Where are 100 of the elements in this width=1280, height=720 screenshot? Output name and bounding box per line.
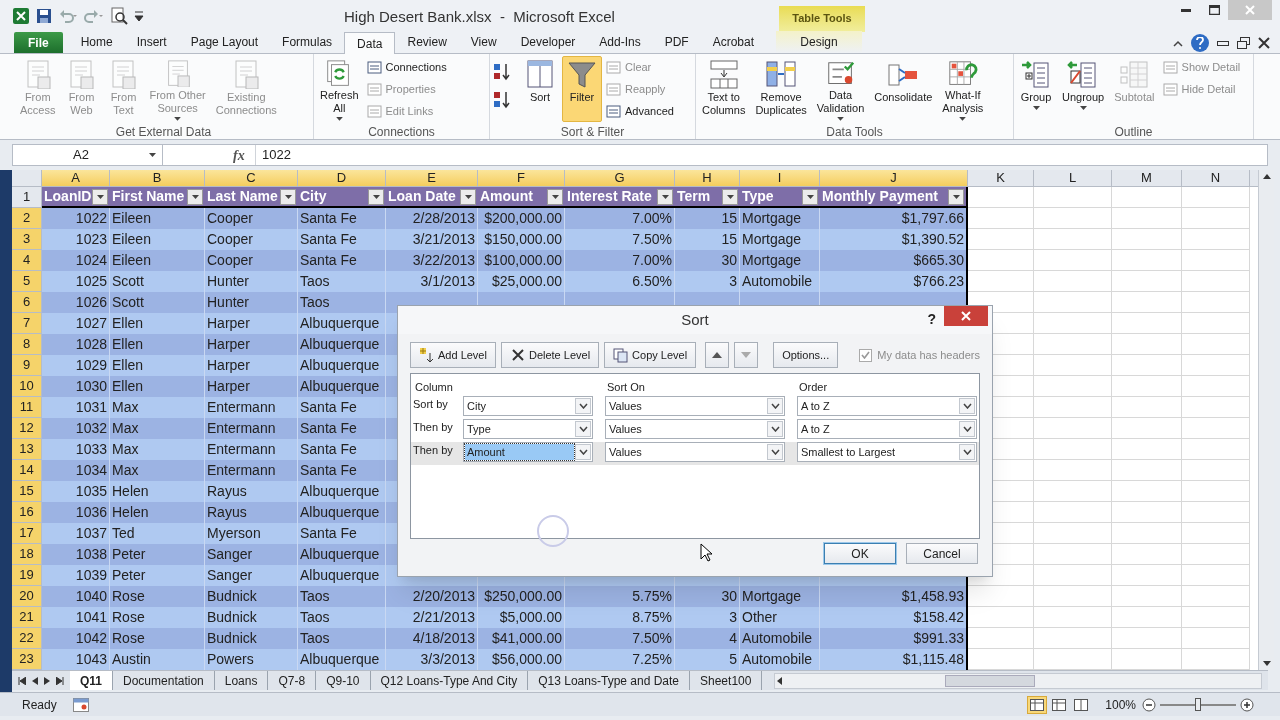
horizontal-scrollbar[interactable] <box>774 672 1262 689</box>
filter-dropdown-button[interactable] <box>657 188 673 205</box>
row-header[interactable]: 23 <box>12 649 42 670</box>
ribbon-button[interactable]: Connections <box>364 57 449 78</box>
ribbon-tab[interactable]: Home <box>68 31 125 53</box>
ribbon-button[interactable]: Ungroup <box>1058 56 1109 122</box>
view-button[interactable] <box>1027 695 1048 714</box>
ribbon-tab[interactable]: Data <box>344 32 396 54</box>
row-header[interactable]: 5 <box>12 271 42 292</box>
toolbar-button[interactable]: Options... <box>773 342 839 368</box>
filter-dropdown-button[interactable] <box>187 188 203 205</box>
ribbon-button[interactable]: Group <box>1016 56 1056 122</box>
ribbon-tab[interactable]: Insert <box>124 31 179 53</box>
filter-dropdown-button[interactable] <box>722 188 738 205</box>
row-header[interactable]: 9 <box>12 355 42 376</box>
filter-dropdown-button[interactable] <box>92 188 108 205</box>
dropdown[interactable]: A to Z <box>797 419 977 439</box>
filter-dropdown-button[interactable] <box>948 188 964 205</box>
dropdown[interactable]: Type <box>463 419 593 439</box>
column-header[interactable]: B <box>110 170 205 186</box>
ribbon-tab[interactable]: Add-Ins <box>587 31 653 53</box>
row-header[interactable]: 1 <box>12 187 42 208</box>
row-header[interactable]: 11 <box>12 397 42 418</box>
close-button[interactable] <box>944 306 988 326</box>
ribbon-button[interactable]: Refresh All <box>316 56 363 122</box>
ribbon-tab[interactable]: File <box>14 32 63 53</box>
zoom-out-button[interactable] <box>1142 697 1156 712</box>
row-header[interactable]: 4 <box>12 250 42 271</box>
column-header[interactable]: C <box>205 170 298 186</box>
sort-button[interactable] <box>492 90 512 110</box>
row-header[interactable]: 12 <box>12 418 42 439</box>
name-box[interactable]: A2 <box>13 145 163 165</box>
row-header[interactable]: 15 <box>12 481 42 502</box>
dropdown[interactable]: A to Z <box>797 396 977 416</box>
column-header[interactable]: H <box>675 170 740 186</box>
function-label[interactable]: fx <box>233 144 255 166</box>
help-button[interactable] <box>1191 34 1209 52</box>
dropdown[interactable]: City <box>463 396 593 416</box>
filter-dropdown-button[interactable] <box>460 188 476 205</box>
row-header[interactable]: 21 <box>12 607 42 628</box>
filter-dropdown-button[interactable] <box>368 188 384 205</box>
row-header[interactable]: 19 <box>12 565 42 586</box>
dropdown[interactable]: Values <box>605 419 785 439</box>
dropdown[interactable]: Smallest to Largest <box>797 442 977 462</box>
sort-level-row[interactable]: Then by Type Values A to Z <box>411 419 979 442</box>
filter-dropdown-button[interactable] <box>280 188 296 205</box>
row-header[interactable]: 6 <box>12 292 42 313</box>
filter-dropdown-button[interactable] <box>547 188 563 205</box>
row-header[interactable]: 13 <box>12 439 42 460</box>
column-header[interactable]: A <box>42 170 110 186</box>
toolbar-button[interactable]: Copy Level <box>604 342 697 368</box>
ribbon-tab[interactable]: Formulas <box>270 31 345 53</box>
ribbon-tab[interactable]: PDF <box>652 31 701 53</box>
row-header[interactable]: 8 <box>12 334 42 355</box>
sort-level-row[interactable]: Then by Amount Values Smallest to Largest <box>411 442 979 465</box>
sort-button[interactable] <box>492 62 512 82</box>
row-header[interactable]: 16 <box>12 502 42 523</box>
ribbon-button[interactable]: Text to Columns <box>698 56 750 122</box>
ribbon-tab[interactable]: Acrobat <box>700 31 767 53</box>
column-header[interactable]: F <box>478 170 565 186</box>
dropdown[interactable]: Values <box>605 396 785 416</box>
sort-level-row[interactable]: Sort by City Values A to Z <box>411 396 979 419</box>
dropdown[interactable]: Values <box>605 442 785 462</box>
row-header[interactable]: 7 <box>12 313 42 334</box>
ribbon-button[interactable]: Consolidate <box>870 56 937 122</box>
row-header[interactable]: 18 <box>12 544 42 565</box>
column-header[interactable]: D <box>298 170 386 186</box>
ribbon-tab[interactable]: Page Layout <box>178 31 271 53</box>
toolbar-button[interactable]: Add Level <box>410 342 496 368</box>
ribbon-tab[interactable]: View <box>458 31 509 53</box>
ribbon-button[interactable]: Filter <box>562 56 602 122</box>
dialog-button[interactable]: OK <box>824 543 896 564</box>
ribbon-button[interactable]: Data Validation <box>812 56 869 122</box>
column-header[interactable]: G <box>565 170 675 186</box>
dialog-button[interactable]: Cancel <box>906 543 978 564</box>
row-header[interactable]: 22 <box>12 628 42 649</box>
row-header[interactable]: 17 <box>12 523 42 544</box>
row-header[interactable]: 2 <box>12 208 42 229</box>
ribbon-button[interactable]: Remove Duplicates <box>751 56 811 122</box>
filter-dropdown-button[interactable] <box>802 188 818 205</box>
sheet-tab[interactable]: Q11 <box>70 671 114 690</box>
ribbon-button[interactable]: Sort <box>520 56 560 122</box>
column-header[interactable]: I <box>740 170 820 186</box>
toolbar-button[interactable]: Delete Level <box>500 342 600 368</box>
zoom-slider[interactable] <box>1195 697 1201 711</box>
column-header[interactable]: J <box>820 170 968 186</box>
ribbon-tab[interactable]: Developer <box>508 31 588 53</box>
row-header[interactable]: 20 <box>12 586 42 607</box>
help-button[interactable]: ? <box>927 309 936 330</box>
zoom-in-button[interactable] <box>1240 697 1254 712</box>
column-header[interactable]: E <box>386 170 478 186</box>
row-header[interactable]: 10 <box>12 376 42 397</box>
formula-input[interactable]: 1022 <box>255 145 1267 165</box>
dropdown[interactable]: Amount <box>463 442 593 462</box>
row-header[interactable]: 14 <box>12 460 42 481</box>
move-up-button[interactable] <box>705 342 730 368</box>
ribbon-button[interactable]: Advanced <box>604 101 676 122</box>
ribbon-button[interactable]: What-If Analysis <box>938 56 988 122</box>
ribbon-tab[interactable]: Review <box>395 31 459 53</box>
ribbon-tab[interactable]: Design <box>776 31 863 53</box>
